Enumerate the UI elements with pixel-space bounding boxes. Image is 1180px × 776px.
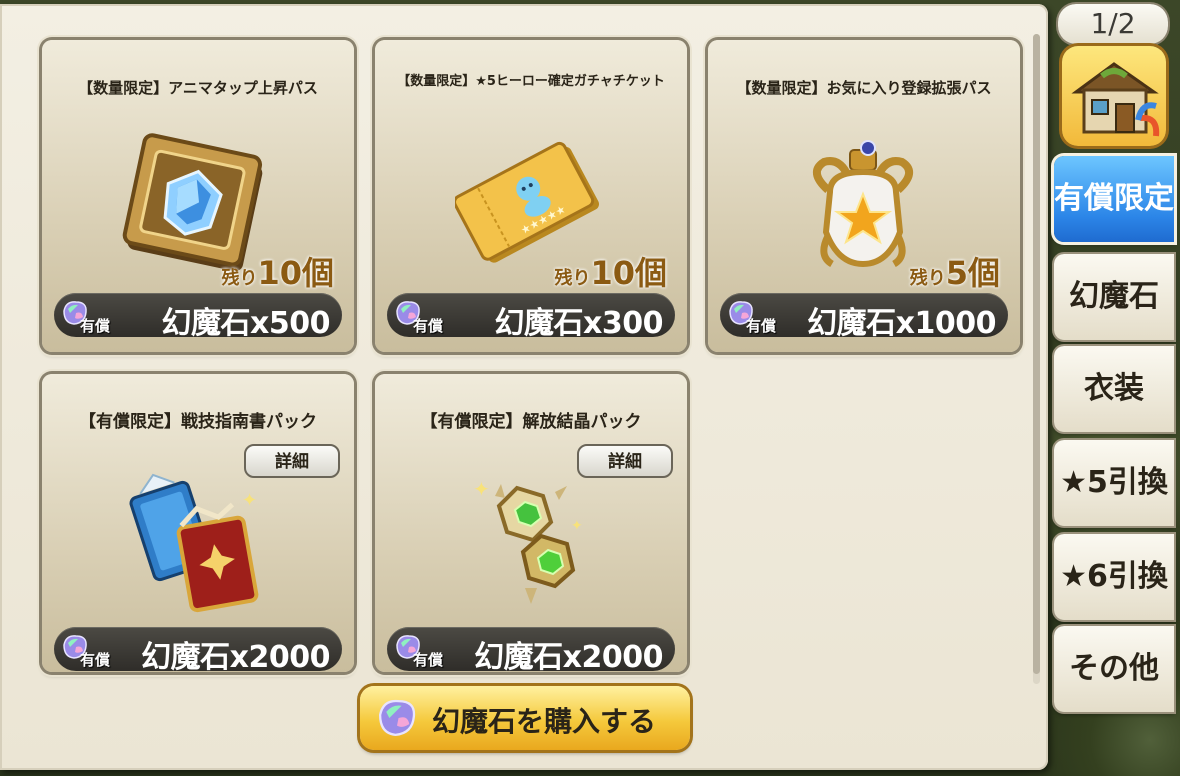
product-title: 【有償限定】解放結晶パック (420, 412, 642, 432)
price-amount: 幻魔石x500 (161, 306, 331, 341)
price-bar[interactable]: 有償 幻魔石x300 (387, 293, 675, 341)
paid-label: 有償 (413, 651, 444, 669)
product-title: 【数量限定】アニマタップ上昇パス (78, 79, 318, 97)
price-amount: 幻魔石x2000 (141, 640, 330, 675)
paid-label: 有償 (80, 317, 111, 335)
price-bar[interactable]: 有償 幻魔石x2000 (387, 627, 675, 675)
remaining-stock: 残り10個 (554, 254, 667, 292)
buy-button-label: 幻魔石を購入する (432, 705, 657, 738)
tab-magic-stone[interactable]: 幻魔石 (1054, 254, 1174, 340)
product-card-favorite-pass[interactable]: 【数量限定】お気に入り登録拡張パス 残り5個 有償 幻魔石x1000 (708, 40, 1020, 352)
shop-house-icon (1071, 62, 1160, 137)
paid-label: 有償 (80, 651, 111, 669)
price-bar[interactable]: 有償 幻魔石x1000 (720, 293, 1008, 341)
remaining-stock: 残り10個 (221, 254, 334, 292)
product-card-anima-tap-pass[interactable]: 【数量限定】アニマタップ上昇パス 残り10個 有償 幻魔石x500 (42, 40, 354, 352)
product-title: 【数量限定】お気に入り登録拡張パス (736, 79, 992, 97)
price-amount: 幻魔石x2000 (474, 640, 663, 675)
tab-star5-exchange[interactable]: ★5引換 (1054, 440, 1174, 526)
price-amount: 幻魔石x300 (494, 306, 664, 341)
product-title: 【有償限定】戦技指南書パック (79, 412, 317, 432)
remaining-stock: 残り5個 (909, 254, 1000, 292)
paid-label: 有償 (413, 317, 444, 335)
svg-text:✦: ✦ (571, 518, 583, 534)
product-card-skill-book-pack[interactable]: 【有償限定】戦技指南書パック 詳細 ✦ 有償 幻魔石x2000 (42, 374, 354, 675)
tab-other[interactable]: その他 (1054, 626, 1174, 712)
svg-text:✦: ✦ (473, 477, 490, 501)
price-amount: 幻魔石x1000 (807, 306, 996, 341)
page-indicator: 1/2 (1058, 4, 1168, 44)
tab-star6-exchange[interactable]: ★6引換 (1054, 534, 1174, 620)
product-card-hero-ticket[interactable]: 【数量限定】★5ヒーロー確定ガチャチケット ★★★★★ 残り10個 有償 幻魔石… (375, 40, 687, 352)
svg-text:✦: ✦ (242, 490, 257, 511)
product-card-release-crystal-pack[interactable]: 【有償限定】解放結晶パック 詳細 ✦ ✦ 有償 幻魔石x2000 (375, 374, 687, 675)
scrollbar[interactable] (1033, 34, 1040, 684)
buy-magic-stone-button[interactable]: 幻魔石を購入する (360, 686, 690, 750)
magic-stone-icon (378, 699, 416, 737)
tab-costume[interactable]: 衣装 (1054, 346, 1174, 432)
product-title: 【数量限定】★5ヒーロー確定ガチャチケット (397, 74, 665, 89)
scrollbar-thumb[interactable] (1033, 34, 1040, 674)
paid-label: 有償 (746, 317, 777, 335)
release-crystal-icon: ✦ ✦ (473, 477, 583, 604)
skill-books-icon: ✦ (129, 473, 259, 613)
shop-switch-button[interactable] (1062, 46, 1166, 146)
tab-paid-limited[interactable]: 有償限定 (1054, 156, 1174, 242)
price-bar[interactable]: 有償 幻魔石x500 (54, 293, 342, 341)
price-bar[interactable]: 有償 幻魔石x2000 (54, 627, 342, 675)
